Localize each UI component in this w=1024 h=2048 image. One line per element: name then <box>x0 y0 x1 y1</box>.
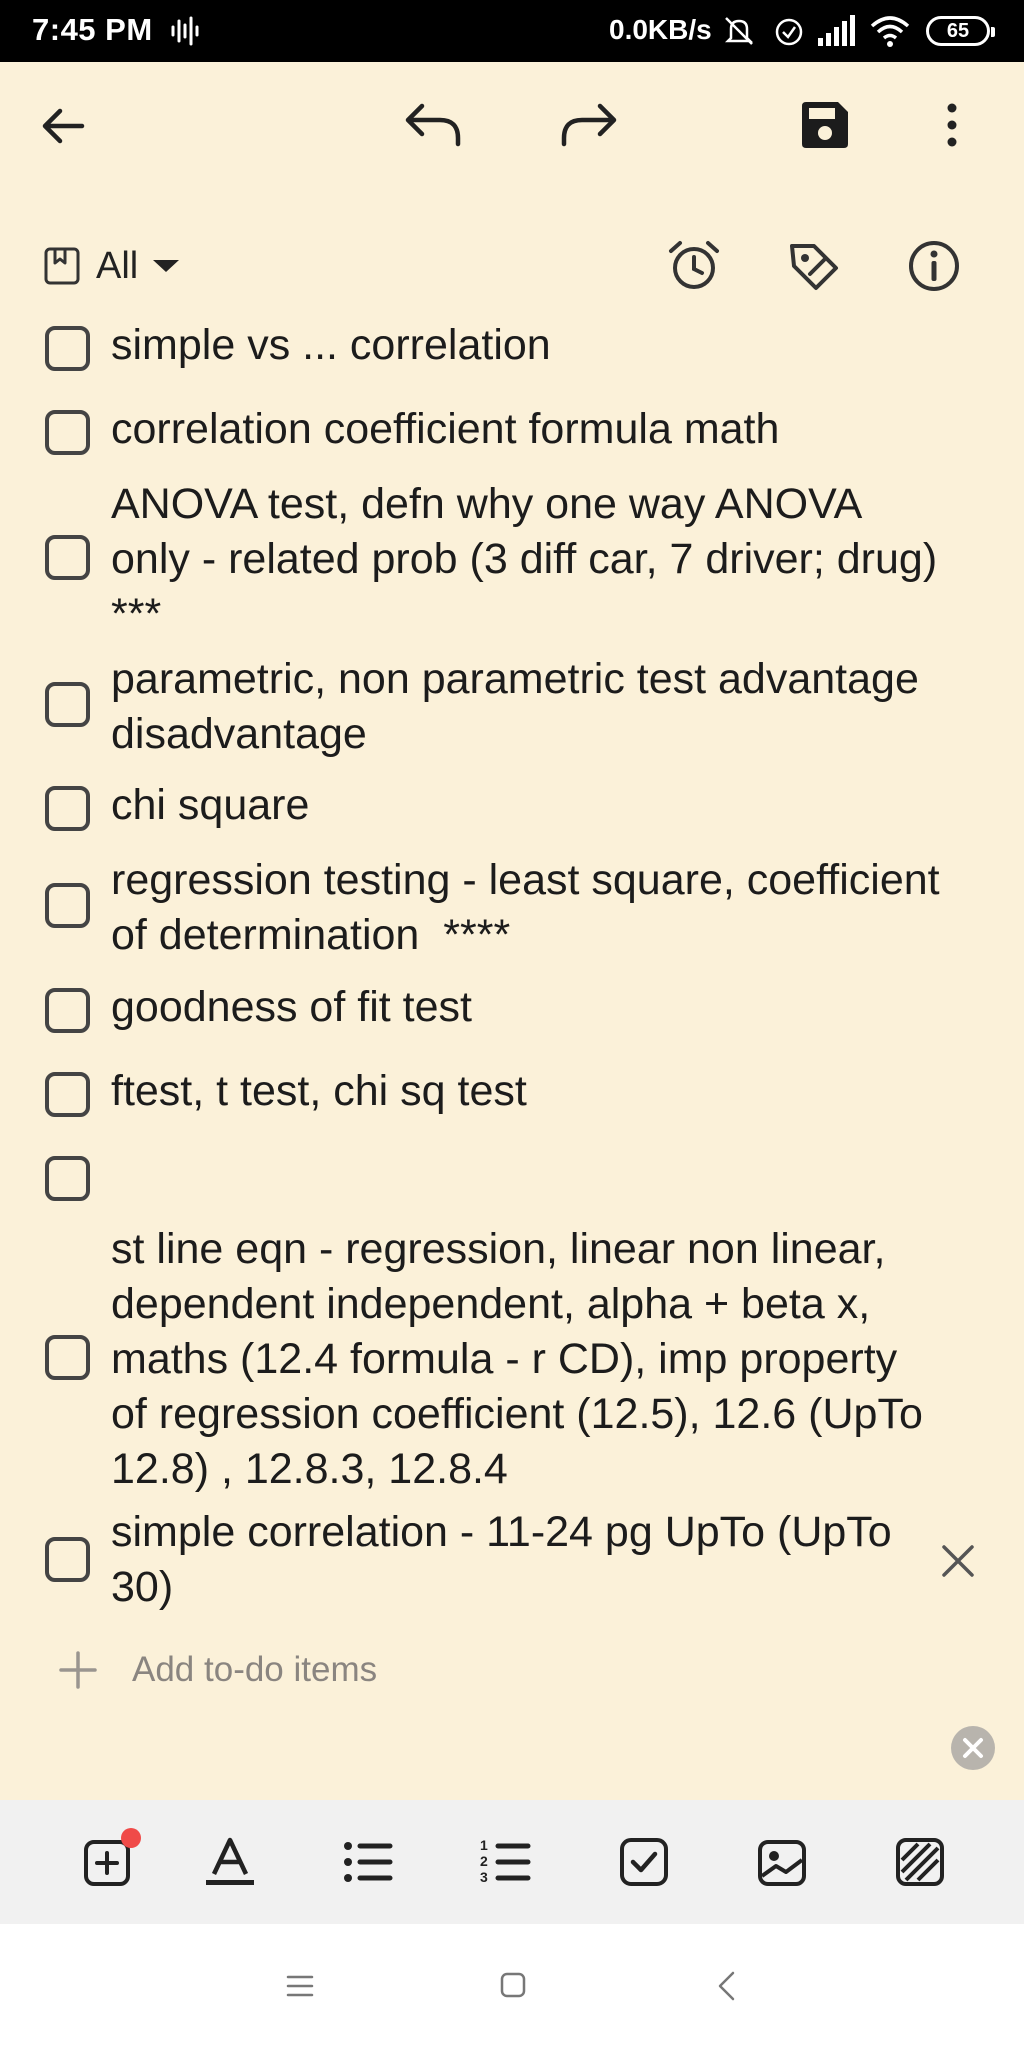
notebook-filter[interactable]: All <box>42 240 182 292</box>
notification-dot <box>121 1828 141 1848</box>
svg-text:2: 2 <box>480 1853 488 1869</box>
todo-checkbox[interactable] <box>45 1156 90 1201</box>
redo-icon[interactable] <box>558 98 620 150</box>
todo-checkbox[interactable] <box>45 883 90 928</box>
plus-icon <box>59 1651 97 1689</box>
filter-label: All <box>96 244 139 287</box>
todo-item[interactable]: regression testing - least square, coeff… <box>0 853 1024 963</box>
svg-text:3: 3 <box>480 1869 488 1885</box>
close-icon <box>963 1738 983 1758</box>
todo-checkbox[interactable] <box>45 786 90 831</box>
todo-item[interactable] <box>0 1148 1024 1208</box>
todo-item[interactable]: parametric, non parametric test advantag… <box>0 652 1024 762</box>
todo-text[interactable]: chi square <box>111 778 941 833</box>
todo-checkbox[interactable] <box>45 682 90 727</box>
alarm-icon <box>775 18 803 46</box>
tag-icon[interactable] <box>786 238 842 294</box>
todo-text[interactable]: correlation coefficient formula math <box>111 402 941 457</box>
todo-checkbox[interactable] <box>45 410 90 455</box>
status-bar: 7:45 PM 0.0KB/s 65 <box>0 0 1024 62</box>
system-nav-bar <box>0 1924 1024 2048</box>
back-arrow-icon[interactable] <box>38 100 90 152</box>
todo-checkbox[interactable] <box>45 988 90 1033</box>
battery-icon: 65 <box>926 16 995 46</box>
todo-checkbox[interactable] <box>45 535 90 580</box>
notebook-icon <box>44 247 80 285</box>
todo-item[interactable]: correlation coefficient formula math <box>0 402 1024 462</box>
more-vert-icon[interactable] <box>940 100 964 150</box>
todo-item[interactable]: goodness of fit test <box>0 980 1024 1040</box>
silent-bell-icon <box>724 17 754 45</box>
todo-item[interactable]: chi square <box>0 778 1024 838</box>
todo-item[interactable]: ANOVA test, defn why one way ANOVA only … <box>0 477 1024 643</box>
format-toolbar: 1 2 3 <box>0 1800 1024 1924</box>
status-time: 7:45 PM <box>32 12 153 47</box>
svg-text:1: 1 <box>480 1837 488 1853</box>
todo-text[interactable]: simple vs ... correlation <box>111 318 941 373</box>
todo-checkbox[interactable] <box>45 1072 90 1117</box>
checkbox-icon[interactable] <box>616 1834 672 1890</box>
pattern-icon[interactable] <box>892 1834 948 1890</box>
todo-text[interactable]: st line eqn - regression, linear non lin… <box>111 1222 941 1497</box>
add-todo-label: Add to-do items <box>132 1650 378 1689</box>
home-icon[interactable] <box>498 1970 528 2000</box>
info-icon[interactable] <box>906 238 962 294</box>
signal-icon <box>818 15 855 46</box>
todo-text[interactable]: simple correlation - 11-24 pg UpTo (UpTo… <box>111 1505 911 1615</box>
network-speed: 0.0KB/s <box>609 14 712 45</box>
add-todo-item[interactable]: Add to-do items <box>58 1645 377 1695</box>
alarm-clock-icon[interactable] <box>666 238 722 294</box>
dropdown-caret-icon <box>153 260 180 272</box>
undo-icon[interactable] <box>402 98 464 150</box>
numbered-list-icon[interactable]: 1 2 3 <box>478 1834 534 1890</box>
save-icon[interactable] <box>800 100 850 150</box>
todo-text[interactable]: ftest, t test, chi sq test <box>111 1064 941 1119</box>
todo-checkbox[interactable] <box>45 1335 90 1380</box>
todo-item[interactable]: simple vs ... correlation <box>0 318 1024 378</box>
todo-item[interactable]: simple correlation - 11-24 pg UpTo (UpTo… <box>0 1505 1024 1617</box>
image-icon[interactable] <box>754 1834 810 1890</box>
menu-icon[interactable] <box>286 1972 314 2000</box>
todo-text[interactable]: regression testing - least square, coeff… <box>111 853 941 963</box>
text-format-icon[interactable] <box>202 1834 258 1890</box>
todo-text[interactable]: parametric, non parametric test advantag… <box>111 652 941 762</box>
delete-item-icon[interactable] <box>938 1541 978 1581</box>
audio-wave-icon <box>171 16 199 46</box>
todo-text[interactable]: ANOVA test, defn why one way ANOVA only … <box>111 477 941 642</box>
todo-item[interactable]: st line eqn - regression, linear non lin… <box>0 1222 1024 1498</box>
back-icon[interactable] <box>714 1970 740 2002</box>
todo-text[interactable]: goodness of fit test <box>111 980 941 1035</box>
todo-item[interactable]: ftest, t test, chi sq test <box>0 1064 1024 1124</box>
todo-checkbox[interactable] <box>45 1537 90 1582</box>
todo-checkbox[interactable] <box>45 326 90 371</box>
wifi-icon <box>870 16 910 47</box>
collapse-button[interactable] <box>951 1726 995 1770</box>
bullet-list-icon[interactable] <box>340 1834 396 1890</box>
